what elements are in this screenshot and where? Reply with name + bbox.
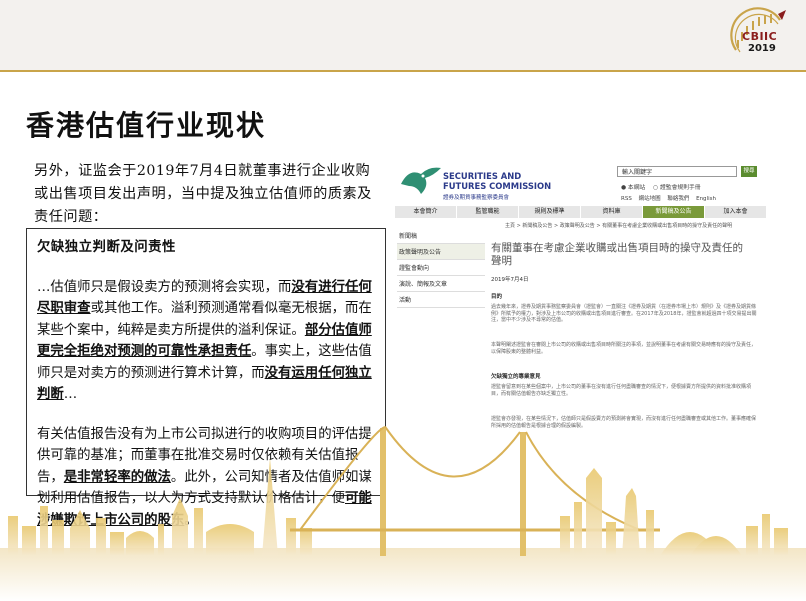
intro-paragraph: 另外，证监会于2019年7月4日就董事进行企业收购或出售项目发出声明，当中提及独…: [34, 163, 372, 225]
radio-site[interactable]: ● 本網站: [621, 185, 645, 191]
utility-links: RSS 網站地圖 聯絡我們 English: [621, 194, 721, 202]
side-item[interactable]: 演說、簡報及文章: [397, 276, 485, 292]
main-nav: 本會簡介 監管職能 規則及標準 資料庫 新聞稿及公告 加入本會: [395, 206, 767, 218]
nav-item[interactable]: 資料庫: [581, 206, 643, 218]
sfc-bird-logo-icon: [401, 167, 441, 194]
side-item[interactable]: 證監會動向: [397, 260, 485, 276]
side-item[interactable]: 活動: [397, 292, 485, 308]
search-button[interactable]: 搜尋: [741, 166, 757, 177]
header-band: [0, 0, 806, 70]
contact-link[interactable]: 聯絡我們: [667, 196, 689, 202]
breadcrumb: 主頁 > 新聞稿及公告 > 政策聲明及公告 > 有關董事在考慮企業收購或出售項目…: [505, 223, 733, 229]
quote-heading: 欠缺独立判断及问责性: [37, 239, 176, 255]
rss-link[interactable]: RSS: [621, 196, 632, 202]
sitemap-link[interactable]: 網站地圖: [639, 196, 661, 202]
side-item[interactable]: 新聞稿: [397, 228, 485, 244]
article-paragraph: 證監會留意到在某些個案中，上市公司的董事在沒有進行任何盡職審查的情況下，便根據賣…: [491, 384, 752, 397]
nav-item[interactable]: 規則及標準: [519, 206, 581, 218]
article-paragraph: 過去幾年來，證券及期貨事務監察委員會（證監會）一直關注《證券及期貨（在證券市場上…: [491, 304, 757, 324]
header-divider: [0, 70, 806, 72]
article-paragraph: 本聲明闡述證監會在審閱上市公司的收購或出售項目時所關注的事項，並說明董事在考慮有…: [491, 342, 757, 355]
search-scope: ● 本網站 ○ 證監會規則手冊: [621, 182, 707, 191]
slide-title: 香港估值行业现状: [26, 109, 267, 142]
sfc-name-en-line2: FUTURES COMMISSION: [443, 180, 552, 191]
article-headline: 有關董事在考慮企業收購或出售項目時的操守及責任的聲明: [491, 242, 743, 267]
section-heading: 目的: [491, 294, 503, 300]
article-date: 2019年7月4日: [491, 277, 529, 283]
nav-item[interactable]: 加入本會: [705, 206, 767, 218]
sfc-name-zh: 證券及期貨事務監察委員會: [443, 195, 510, 201]
logo-year: 2019: [748, 43, 776, 54]
english-link[interactable]: English: [696, 196, 716, 202]
golden-skyline-illustration: [0, 426, 806, 601]
quote-paragraph-1: …估值师只是假设卖方的预测将会实现，而没有进行任何尽职审查或其他工作。溢利预测通…: [37, 277, 375, 406]
side-item-selected[interactable]: 政策聲明及公告: [397, 244, 485, 260]
quote-text: …估值师只是假设卖方的预测将会实现，而: [37, 279, 292, 295]
logo-text: CBIIC: [742, 30, 778, 43]
radio-handbook[interactable]: ○ 證監會規則手冊: [653, 185, 700, 191]
nav-item-active[interactable]: 新聞稿及公告: [643, 206, 705, 218]
nav-item[interactable]: 本會簡介: [395, 206, 457, 218]
search-input[interactable]: 輸入關鍵字: [617, 166, 737, 177]
section-heading: 欠缺獨立的專業意見: [491, 374, 541, 380]
nav-item[interactable]: 監管職能: [457, 206, 519, 218]
sfc-name-en: SECURITIES AND FUTURES COMMISSION: [443, 171, 552, 191]
side-menu: 新聞稿 政策聲明及公告 證監會動向 演說、簡報及文章 活動: [397, 228, 485, 308]
